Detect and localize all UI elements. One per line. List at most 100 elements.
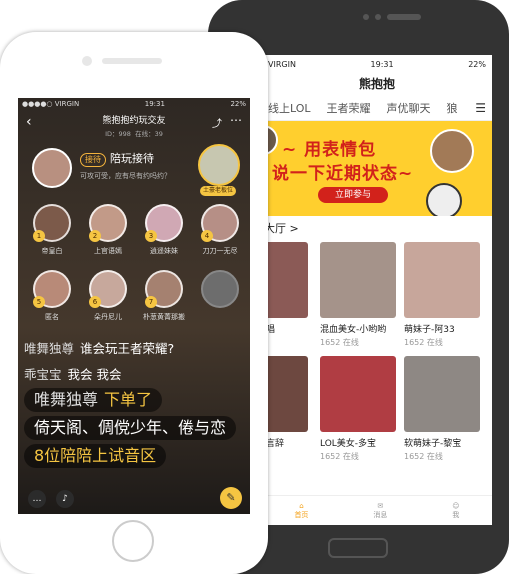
meme-face-bottom [426, 183, 462, 216]
banner-headline: ~ 用表情包 [282, 140, 377, 160]
seat-number: 1 [33, 230, 45, 242]
category-tabs: 线上LOL 王者荣耀 声优聊天 狼 ☰ [262, 95, 492, 121]
more-icon[interactable]: ⋯ [230, 113, 242, 127]
seat-name: 帝皇白 [41, 247, 63, 255]
room-card[interactable]: 唱 [262, 242, 308, 337]
home-icon: ⌂ [299, 501, 304, 510]
seat-avatar: 7 [145, 270, 183, 308]
mic-seat[interactable]: 1 帝皇白 [24, 204, 80, 256]
room-card[interactable]: 萌妹子-阿33 1652 在线 [404, 242, 480, 348]
seat-name: 朵丹尼儿 [94, 313, 122, 321]
chat-message: 乖宝宝 我会 我会 [24, 367, 122, 382]
room-card[interactable]: 软萌妹子-黎宝 1652 在线 [404, 356, 480, 462]
status-bar: ●●●●○ VIRGIN 19:31 22% [18, 98, 250, 110]
room-online: 1652 在线 [320, 338, 359, 347]
bottom-nav: ⌂ 首页 ✉ 消息 ☺ 我 [262, 495, 492, 525]
chat-message: 唯舞独尊 下单了 [24, 388, 246, 416]
host-area: 接待 陪玩接待 可攻可受，应有尽有约吗约？ 土豪老板位 [18, 138, 250, 200]
seat-avatar: 2 [89, 204, 127, 242]
room-toolbar: … ♪ ✎ [18, 484, 250, 514]
mic-seat-empty[interactable] [192, 270, 248, 308]
nav-home[interactable]: ⌂ 首页 [294, 502, 308, 520]
tab-lol[interactable]: 线上LOL [268, 100, 311, 116]
room-name: 唱 [266, 325, 276, 335]
front-phone-screen: ●●●●○ VIRGIN 19:31 22% ‹ 熊抱抱约玩交友 ID：998 … [18, 98, 250, 514]
seat-name: 刀刀一无尽 [202, 247, 238, 255]
room-name: LOL美女-多宝 [320, 439, 377, 449]
chat-feed: 唯舞独尊 谁会玩王者荣耀? 乖宝宝 我会 我会 唯舞独尊 下单了 倚天阁、倜傥少年、倦… [24, 336, 246, 472]
back-phone-screen: VIRGIN 19:31 22% 熊抱抱 线上LOL 王者荣耀 声优聊天 狼 ☰… [262, 55, 492, 525]
front-speaker [102, 58, 162, 64]
back-arrow-icon[interactable]: ‹ [26, 114, 32, 130]
clock: 19:31 [144, 100, 165, 108]
room-name: 萌妹子-阿33 [404, 325, 455, 335]
host-line: 可攻可受，应有尽有约吗约？ [80, 172, 171, 180]
room-cover [404, 242, 480, 318]
room-online: 1652 在线 [404, 452, 443, 461]
seat-number: 4 [201, 230, 213, 242]
room-name: 软萌妹子-黎宝 [404, 439, 462, 449]
host-tag: 接待 [80, 153, 106, 167]
chat-message: 倚天阁、倜傥少年、倦与恋 [24, 416, 246, 444]
boss-seat-badge: 土豪老板位 [200, 186, 237, 196]
battery: 22% [468, 59, 486, 69]
mic-seat[interactable]: 4 刀刀一无尽 [192, 204, 248, 256]
room-cover [262, 242, 308, 318]
chat-message: 唯舞独尊 谁会玩王者荣耀? [24, 341, 175, 356]
room-cover [320, 356, 396, 432]
nav-messages[interactable]: ✉ 消息 [373, 502, 387, 520]
status-bar: VIRGIN 19:31 22% [262, 55, 492, 73]
carrier: ●●●●○ VIRGIN [22, 100, 80, 108]
mic-seat[interactable]: 6 朵丹尼儿 [80, 270, 136, 322]
seat-name: 逍遥妹妹 [150, 247, 178, 255]
share-icon[interactable]: ⤴ [212, 115, 222, 130]
seat-number: 5 [33, 296, 45, 308]
mic-seat[interactable]: 3 逍遥妹妹 [136, 204, 192, 256]
menu-icon[interactable]: ☰ [475, 101, 486, 115]
seat-avatar: 5 [33, 270, 71, 308]
message-icon: ✉ [377, 501, 384, 510]
event-banner[interactable]: ~ 用表情包 说一下近期状态~ 立即参与 [262, 121, 492, 216]
front-phone-home-button [112, 520, 154, 562]
seat-number: 3 [145, 230, 157, 242]
chat-bubble-icon[interactable]: … [28, 490, 46, 508]
back-phone-home-button [328, 538, 388, 558]
host-avatar[interactable] [32, 148, 72, 188]
room-name: 言辞 [266, 439, 285, 449]
tab-more[interactable]: 狼 [447, 100, 458, 116]
profile-icon: ☺ [452, 501, 460, 510]
boss-seat-avatar[interactable] [198, 144, 240, 186]
chat-message: 8位陪陪上试音区 [24, 444, 246, 472]
room-cover [320, 242, 396, 318]
clock: 19:31 [370, 59, 394, 69]
battery: 22% [230, 100, 246, 108]
seat-name: 匿名 [45, 313, 59, 321]
nav-me[interactable]: ☺ 我 [452, 502, 459, 520]
sofa-icon [201, 270, 239, 308]
room-cover [262, 356, 308, 432]
seat-avatar: 1 [33, 204, 71, 242]
tab-honor-of-kings[interactable]: 王者荣耀 [327, 100, 371, 116]
seat-name: 朴葱黄菁那搬 [143, 313, 185, 321]
seat-number: 7 [145, 296, 157, 308]
room-card[interactable]: 言辞 [262, 356, 308, 451]
join-button[interactable]: 立即参与 [318, 187, 388, 203]
room-card[interactable]: 混血美女-小哟哟 1652 在线 [320, 242, 396, 348]
mic-seat[interactable]: 7 朴葱黄菁那搬 [136, 270, 192, 322]
room-cover [404, 356, 480, 432]
mic-seat[interactable]: 5 匿名 [24, 270, 80, 322]
front-camera [82, 56, 92, 66]
tab-voice-chat[interactable]: 声优聊天 [387, 100, 431, 116]
room-card[interactable]: LOL美女-多宝 1652 在线 [320, 356, 396, 462]
mic-seat[interactable]: 2 上官语嫣 [80, 204, 136, 256]
hall-section-title[interactable]: 大厅 > [262, 216, 492, 242]
back-phone-sensors [363, 14, 421, 20]
room-header: ‹ 熊抱抱约玩交友 ID：998 在线：39 ⤴ ⋯ [18, 110, 250, 138]
microphone-icon[interactable]: ♪ [56, 490, 74, 508]
mic-seats: 1 帝皇白 2 上官语嫣 3 逍遥妹妹 4 刀刀一无尽 5 匿名 6 朵丹尼儿 [18, 200, 250, 330]
edit-icon[interactable]: ✎ [220, 487, 242, 509]
seat-name: 上官语嫣 [94, 247, 122, 255]
seat-avatar: 3 [145, 204, 183, 242]
room-online: 1652 在线 [320, 452, 359, 461]
meme-face-right [430, 129, 474, 173]
